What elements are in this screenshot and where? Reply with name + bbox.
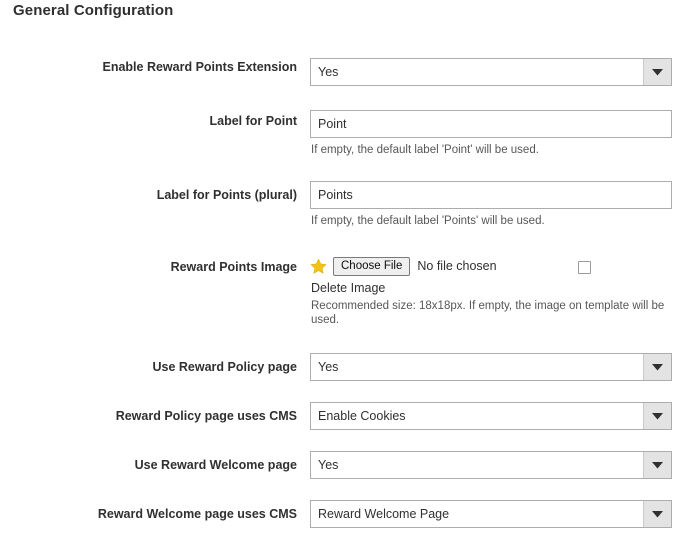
- control-enable-reward-points-extension: Yes: [310, 58, 672, 86]
- hint-label-for-points-plural: If empty, the default label 'Points' wil…: [311, 215, 545, 227]
- page-title: General Configuration: [13, 2, 174, 19]
- control-reward-welcome-page-uses-cms: Reward Welcome Page: [310, 500, 672, 528]
- chevron-down-icon[interactable]: [643, 354, 671, 380]
- select-value-use-reward-welcome-page: Yes: [318, 458, 339, 472]
- select-value-use-reward-policy-page: Yes: [318, 360, 339, 374]
- select-reward-policy-page-uses-cms[interactable]: Enable Cookies: [310, 402, 672, 430]
- delete-image-checkbox[interactable]: [578, 261, 591, 274]
- input-label-for-point[interactable]: [310, 110, 672, 138]
- control-use-reward-policy-page: Yes: [310, 353, 672, 381]
- file-uploader-reward-points-image: Choose File No file chosen: [310, 256, 497, 276]
- label-reward-welcome-page-uses-cms: Reward Welcome page uses CMS: [97, 507, 297, 521]
- select-reward-welcome-page-uses-cms[interactable]: Reward Welcome Page: [310, 500, 672, 528]
- select-use-reward-policy-page[interactable]: Yes: [310, 353, 672, 381]
- label-label-for-points-plural: Label for Points (plural): [156, 188, 297, 202]
- control-label-for-points-plural: [310, 181, 672, 209]
- chevron-down-icon[interactable]: [643, 59, 671, 85]
- select-use-reward-welcome-page[interactable]: Yes: [310, 451, 672, 479]
- select-enable-reward-points-extension[interactable]: Yes: [310, 58, 672, 86]
- hint-reward-points-image: Recommended size: 18x18px. If empty, the…: [311, 300, 665, 326]
- chevron-down-icon[interactable]: [643, 501, 671, 527]
- select-value-reward-welcome-page-uses-cms: Reward Welcome Page: [318, 507, 450, 521]
- choose-file-button[interactable]: Choose File: [333, 256, 411, 276]
- input-label-for-points-plural[interactable]: [310, 181, 672, 209]
- general-configuration-form: General Configuration Enable Reward Poin…: [0, 0, 685, 537]
- control-reward-policy-page-uses-cms: Enable Cookies: [310, 402, 672, 430]
- label-label-for-point: Label for Point: [209, 114, 298, 128]
- control-label-for-point: [310, 110, 672, 138]
- hint-label-for-point: If empty, the default label 'Point' will…: [311, 144, 539, 156]
- select-value-enable-reward-points-extension: Yes: [318, 65, 339, 79]
- label-enable-reward-points-extension: Enable Reward Points Extension: [102, 60, 298, 74]
- label-use-reward-welcome-page: Use Reward Welcome page: [134, 458, 297, 472]
- select-value-reward-policy-page-uses-cms: Enable Cookies: [318, 409, 406, 423]
- label-reward-policy-page-uses-cms: Reward Policy page uses CMS: [115, 409, 297, 423]
- delete-image-link[interactable]: Delete Image: [311, 281, 385, 296]
- file-status-text: No file chosen: [417, 259, 497, 273]
- label-use-reward-policy-page: Use Reward Policy page: [152, 360, 297, 374]
- label-reward-points-image: Reward Points Image: [170, 260, 297, 274]
- control-use-reward-welcome-page: Yes: [310, 451, 672, 479]
- chevron-down-icon[interactable]: [643, 403, 671, 429]
- star-icon: [310, 258, 327, 275]
- chevron-down-icon[interactable]: [643, 452, 671, 478]
